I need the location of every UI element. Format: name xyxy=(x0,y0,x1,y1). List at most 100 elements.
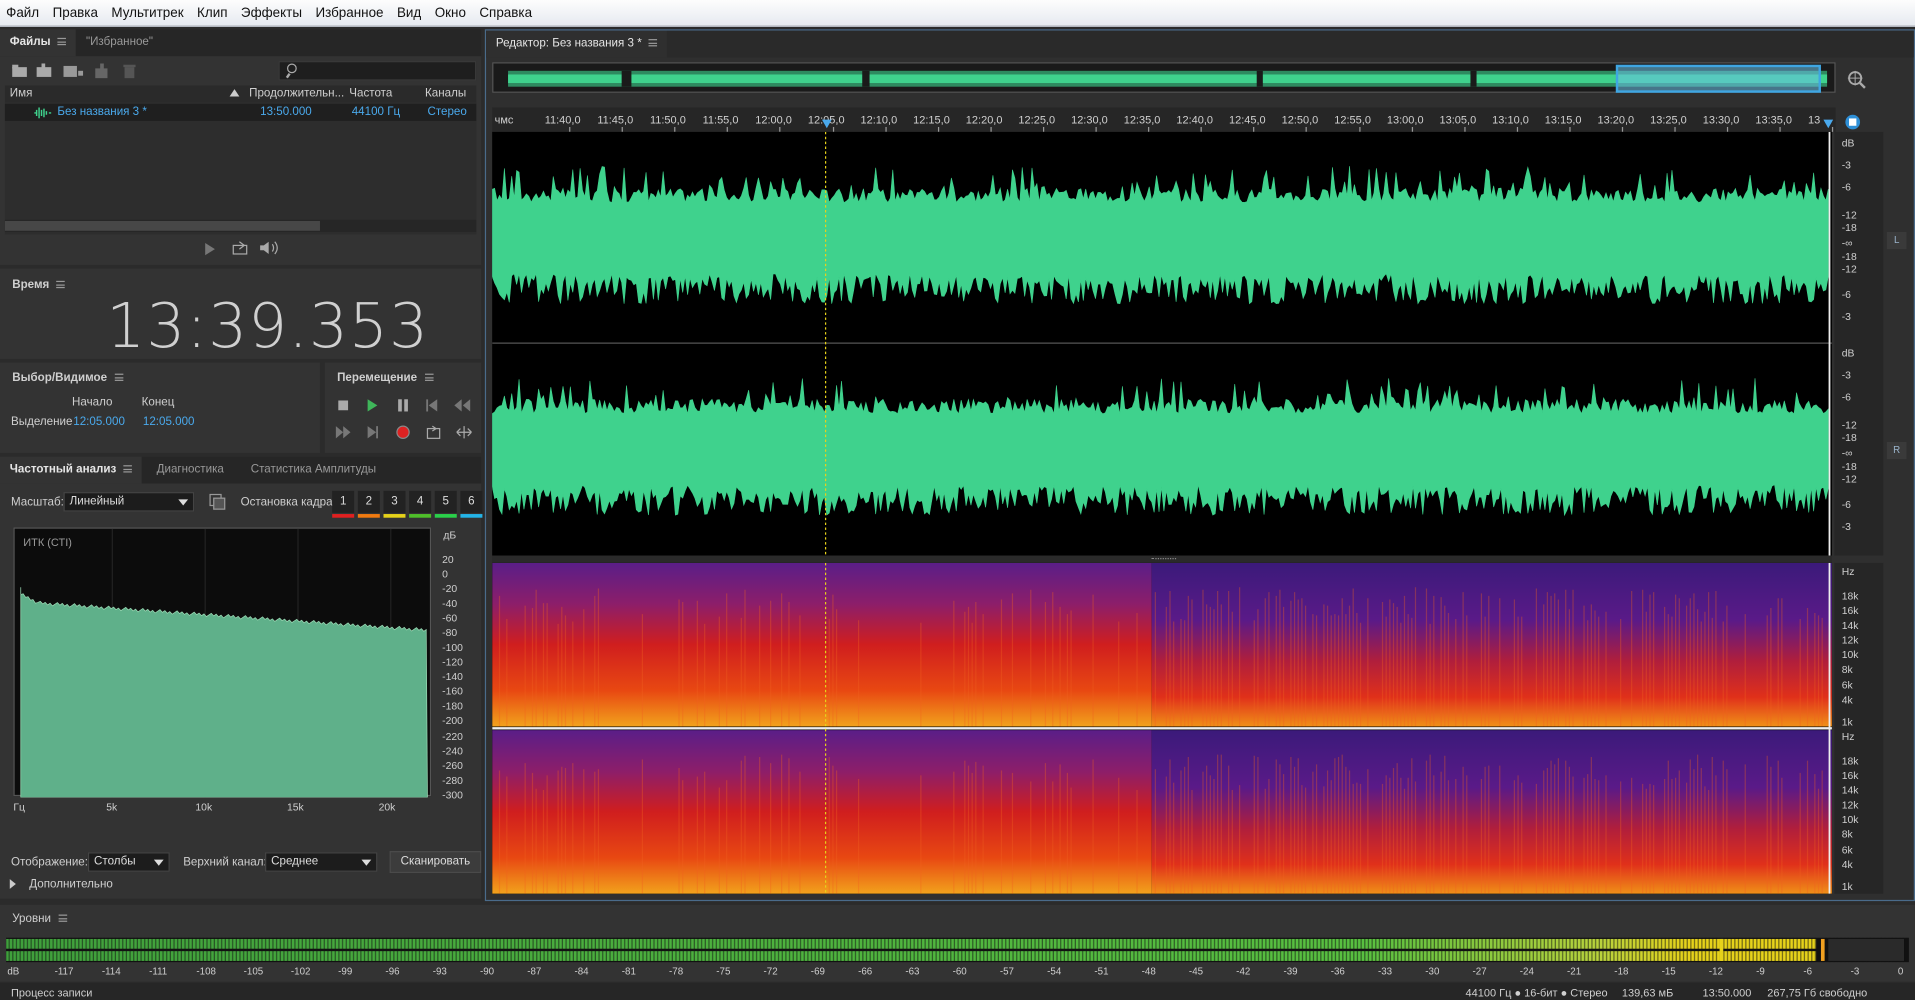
col-duration[interactable]: Продолжительн... xyxy=(249,87,344,100)
preview-play-icon[interactable] xyxy=(205,242,215,256)
spec-freq-tick-top: 18k xyxy=(1841,589,1859,602)
tab-files[interactable]: Файлы xyxy=(0,29,77,57)
autoplay-icon[interactable] xyxy=(232,241,249,256)
level-tick: -36 xyxy=(1330,965,1345,977)
zoom-icon[interactable] xyxy=(1845,68,1867,90)
channel-right-badge[interactable]: R xyxy=(1886,442,1907,460)
divider-handle[interactable] xyxy=(492,555,1832,563)
menu-view[interactable]: Вид xyxy=(391,0,429,26)
menu-bar: Файл Правка Мультитрек Клип Эффекты Избр… xyxy=(0,0,1915,27)
level-tick: -51 xyxy=(1094,965,1109,977)
end-marker[interactable] xyxy=(1823,119,1834,129)
tab-favorites[interactable]: "Избранное" xyxy=(76,29,163,56)
hold-button-6[interactable]: 6 xyxy=(460,490,483,513)
selection-start-value[interactable]: 12:05.000 xyxy=(73,415,125,428)
more-label[interactable]: Дополнительно xyxy=(29,878,113,891)
level-tick: -108 xyxy=(196,965,216,977)
ruler-options-icon[interactable] xyxy=(1844,114,1861,131)
hold-button-5[interactable]: 5 xyxy=(434,490,457,513)
scan-selection-icon[interactable] xyxy=(209,493,226,510)
waveform-file-icon xyxy=(34,107,52,119)
hold-button-3[interactable]: 3 xyxy=(383,490,406,513)
col-name[interactable]: Имя xyxy=(10,87,33,100)
ruler-label: 12:55,0 xyxy=(1334,113,1371,126)
wave-db-tick-top: -12 xyxy=(1841,208,1857,222)
spec-freq-tick-bottom: 6k xyxy=(1841,843,1853,856)
menu-file[interactable]: Файл xyxy=(0,0,46,26)
level-tick: -81 xyxy=(621,965,636,977)
hold-button-2[interactable]: 2 xyxy=(357,490,380,513)
channel-left-badge[interactable]: L xyxy=(1886,231,1907,250)
col-channels[interactable]: Каналы xyxy=(425,87,466,100)
overview-bar[interactable] xyxy=(492,62,1836,93)
freq-db-tick: -100 xyxy=(442,641,463,654)
files-toolbar-icons[interactable] xyxy=(10,62,144,79)
spectrogram-view[interactable] xyxy=(492,562,1832,894)
speaker-icon[interactable] xyxy=(259,241,279,256)
spectrogram-canvas xyxy=(492,562,1832,894)
spec-freq-tick-top: 16k xyxy=(1841,604,1859,617)
expand-arrow-icon[interactable] xyxy=(9,879,16,889)
channel-select[interactable]: Среднее xyxy=(265,852,378,872)
tab-editor[interactable]: Редактор: Без названия 3 * xyxy=(486,30,668,58)
scale-label: Масштаб: xyxy=(10,495,64,510)
menu-clip[interactable]: Клип xyxy=(191,0,235,26)
playhead-marker[interactable] xyxy=(821,119,832,129)
menu-help[interactable]: Справка xyxy=(473,0,539,26)
selection-end-value[interactable]: 12:05.000 xyxy=(143,415,195,428)
files-list: Без названия 3 * 13:50.000 44100 Гц Стер… xyxy=(4,102,477,235)
ruler-label: 13:25,0 xyxy=(1650,113,1687,126)
transport-row2-icons[interactable] xyxy=(335,425,482,440)
overview-waveform xyxy=(508,64,1828,93)
stop-button[interactable] xyxy=(338,400,349,411)
editor-tab-header: Редактор: Без названия 3 * xyxy=(486,30,1914,58)
selection-panel: Выбор/Видимое Начало Конец Выделение 12:… xyxy=(0,362,320,453)
menu-edit[interactable]: Правка xyxy=(46,0,105,26)
panel-menu-icon[interactable] xyxy=(57,38,67,46)
level-meter xyxy=(6,937,1909,963)
ruler-label: 12:10,0 xyxy=(860,113,898,126)
menu-favorites[interactable]: Избранное xyxy=(309,0,391,26)
scale-select[interactable]: Линейный xyxy=(63,492,195,512)
level-tick: -87 xyxy=(527,965,542,977)
channel-label: Верхний канал: xyxy=(183,855,267,870)
scan-button[interactable]: Сканировать xyxy=(389,851,482,874)
table-row[interactable]: Без названия 3 * 13:50.000 44100 Гц Стер… xyxy=(4,103,477,121)
hold-color-5 xyxy=(434,514,457,518)
menu-window[interactable]: Окно xyxy=(429,0,474,26)
wave-db-tick-bottom: -6 xyxy=(1841,390,1851,403)
waveform-db-axis: dB -3 -6 -12 -18 -∞ -18 -12 -6 -3 dB -3 -6 -12 -18 -∞ -… xyxy=(1834,131,1884,556)
menu-effects[interactable]: Эффекты xyxy=(235,0,310,26)
play-button[interactable] xyxy=(367,399,378,412)
freq-db-tick: -160 xyxy=(442,685,463,698)
hold-button-1[interactable]: 1 xyxy=(332,490,355,513)
files-hscroll[interactable] xyxy=(4,219,477,232)
selection-panel-title: Выбор/Видимое xyxy=(12,371,123,385)
display-select[interactable]: Столбы xyxy=(87,852,170,872)
transport-panel-title: Перемещение xyxy=(337,371,434,385)
ruler-label: 12:50,0 xyxy=(1281,113,1319,126)
col-rate[interactable]: Частота xyxy=(349,87,392,100)
tab-amplitude-stats[interactable]: Статистика Амплитуды xyxy=(241,457,386,484)
files-toolbar xyxy=(0,59,481,83)
ruler-label: 13:30,0 xyxy=(1702,113,1740,126)
rewind-controls-icon[interactable] xyxy=(425,399,474,412)
status-duration: 13:50.000 xyxy=(1702,986,1752,999)
hold-button-4[interactable]: 4 xyxy=(409,490,432,513)
files-tab-header: Файлы "Избранное" xyxy=(0,29,482,57)
freq-x-tick: 15k xyxy=(287,800,304,814)
level-tick: -111 xyxy=(149,965,168,977)
tab-diagnostics[interactable]: Диагностика xyxy=(147,457,234,484)
level-tick: -45 xyxy=(1188,965,1204,977)
tab-frequency-analysis[interactable]: Частотный анализ xyxy=(0,456,142,484)
wave-db-tick-bottom: -18 xyxy=(1841,431,1857,444)
menu-multitrack[interactable]: Мультитрек xyxy=(105,0,191,26)
files-search-input[interactable] xyxy=(278,61,477,81)
level-tick: -57 xyxy=(999,965,1014,977)
status-left: Процесс записи xyxy=(10,986,93,999)
files-preview-controls xyxy=(195,239,293,259)
level-tick: -60 xyxy=(952,965,967,977)
pause-button[interactable] xyxy=(398,399,408,412)
freq-db-tick: -80 xyxy=(442,626,458,639)
waveform-view[interactable] xyxy=(491,131,1832,556)
